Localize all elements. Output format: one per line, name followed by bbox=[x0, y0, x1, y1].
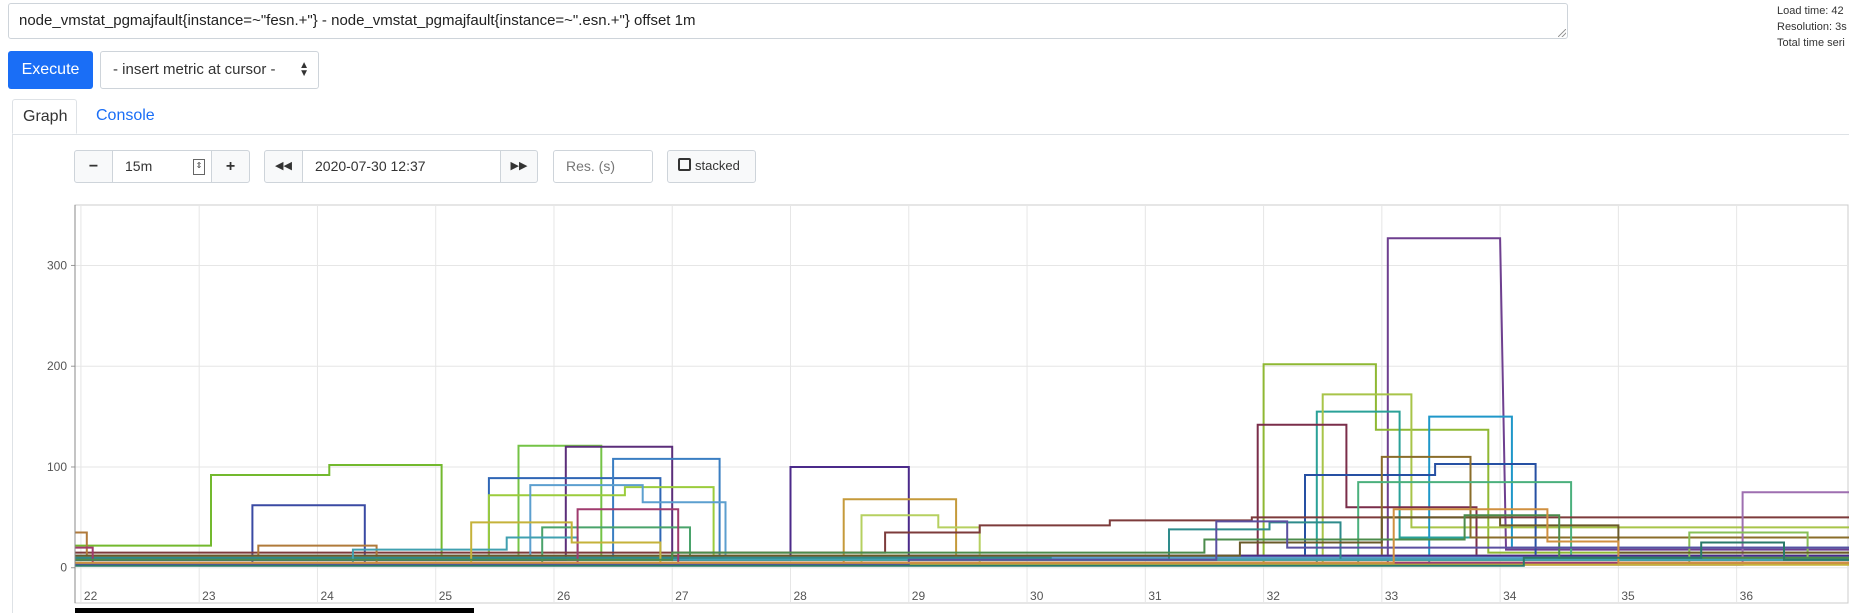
tab-console[interactable]: Console bbox=[86, 99, 165, 134]
increase-range-button[interactable]: + bbox=[211, 150, 250, 183]
series-lines bbox=[75, 237, 1849, 567]
series-line-22 bbox=[75, 491, 1849, 566]
x-tick-label: 26 bbox=[557, 589, 571, 603]
series-line-10 bbox=[75, 504, 1849, 564]
decrease-range-button[interactable]: − bbox=[74, 150, 113, 183]
range-stepper-icon: ⇕ bbox=[193, 159, 205, 175]
load-time-text: Load time: 42 bbox=[1777, 5, 1844, 17]
insert-metric-label: - insert metric at cursor - bbox=[113, 61, 276, 78]
checkbox-icon bbox=[678, 158, 691, 171]
series-line-8 bbox=[75, 481, 1849, 564]
x-tick-label: 33 bbox=[1385, 589, 1399, 603]
range-input[interactable]: 15m ⇕ bbox=[112, 150, 212, 183]
resize-grip-icon[interactable] bbox=[1558, 29, 1566, 37]
series-line-2 bbox=[75, 410, 1849, 564]
series-line-0 bbox=[75, 237, 1849, 566]
range-value: 15m bbox=[125, 158, 153, 174]
tab-bar: Graph Console bbox=[12, 99, 1849, 135]
stacked-toggle[interactable]: stacked bbox=[667, 150, 756, 183]
stacked-label: stacked bbox=[695, 158, 740, 173]
x-tick-label: 28 bbox=[794, 589, 808, 603]
query-expression-input[interactable]: node_vmstat_pgmajfault{instance=~"fesn.+… bbox=[8, 3, 1568, 39]
x-tick-label: 24 bbox=[320, 589, 334, 603]
select-arrows-icon: ▲ ▼ bbox=[299, 60, 309, 79]
query-stats: Load time: 42 Resolution: 3s Total time … bbox=[1777, 3, 1847, 51]
query-text: node_vmstat_pgmajfault{instance=~"fesn.+… bbox=[19, 12, 696, 29]
grid-lines bbox=[74, 204, 1849, 604]
x-tick-label: 25 bbox=[439, 589, 453, 603]
graph-legend-bar bbox=[75, 608, 474, 613]
x-tick-label: 27 bbox=[675, 589, 689, 603]
axes: 0 100 200 300 22 23 24 25 26 27 28 29 30 31 32 33 34 35 36 bbox=[47, 205, 1753, 603]
x-tick-label: 32 bbox=[1267, 589, 1281, 603]
insert-metric-select[interactable]: - insert metric at cursor - ▲ ▼ bbox=[100, 51, 319, 89]
x-tick-label: 23 bbox=[202, 589, 216, 603]
series-line-6 bbox=[75, 463, 1849, 559]
end-time-value: 2020-07-30 12:37 bbox=[315, 158, 426, 174]
x-tick-label: 36 bbox=[1740, 589, 1754, 603]
x-tick-label: 35 bbox=[1621, 589, 1635, 603]
x-tick-label: 34 bbox=[1503, 589, 1517, 603]
y-tick-label: 0 bbox=[60, 561, 67, 575]
series-line-5 bbox=[75, 423, 1849, 561]
series-line-12 bbox=[75, 445, 1849, 561]
series-line-14 bbox=[75, 457, 1849, 559]
total-series-text: Total time seri bbox=[1777, 37, 1845, 49]
resolution-input[interactable]: Res. (s) bbox=[553, 150, 653, 183]
plot-border bbox=[74, 204, 1849, 604]
resolution-placeholder: Res. (s) bbox=[566, 158, 615, 174]
time-series-graph[interactable]: 0 100 200 300 22 23 24 25 26 27 28 29 30 31 32 33 34 35 36 bbox=[0, 200, 1849, 608]
y-tick-label: 100 bbox=[47, 460, 67, 474]
y-tick-label: 300 bbox=[47, 258, 67, 272]
resolution-text: Resolution: 3s bbox=[1777, 21, 1847, 33]
rewind-button[interactable]: ◀◀ bbox=[264, 150, 303, 183]
series-line-7 bbox=[75, 455, 1849, 561]
x-tick-label: 30 bbox=[1030, 589, 1044, 603]
x-tick-label: 22 bbox=[84, 589, 98, 603]
x-tick-label: 29 bbox=[912, 589, 926, 603]
tab-graph[interactable]: Graph bbox=[12, 99, 77, 134]
fast-forward-button[interactable]: ▶▶ bbox=[500, 150, 538, 183]
series-line-11 bbox=[75, 444, 1849, 561]
end-time-input[interactable]: 2020-07-30 12:37 bbox=[302, 150, 501, 183]
x-tick-label: 31 bbox=[1148, 589, 1162, 603]
y-tick-label: 200 bbox=[47, 359, 67, 373]
execute-button[interactable]: Execute bbox=[8, 51, 93, 89]
